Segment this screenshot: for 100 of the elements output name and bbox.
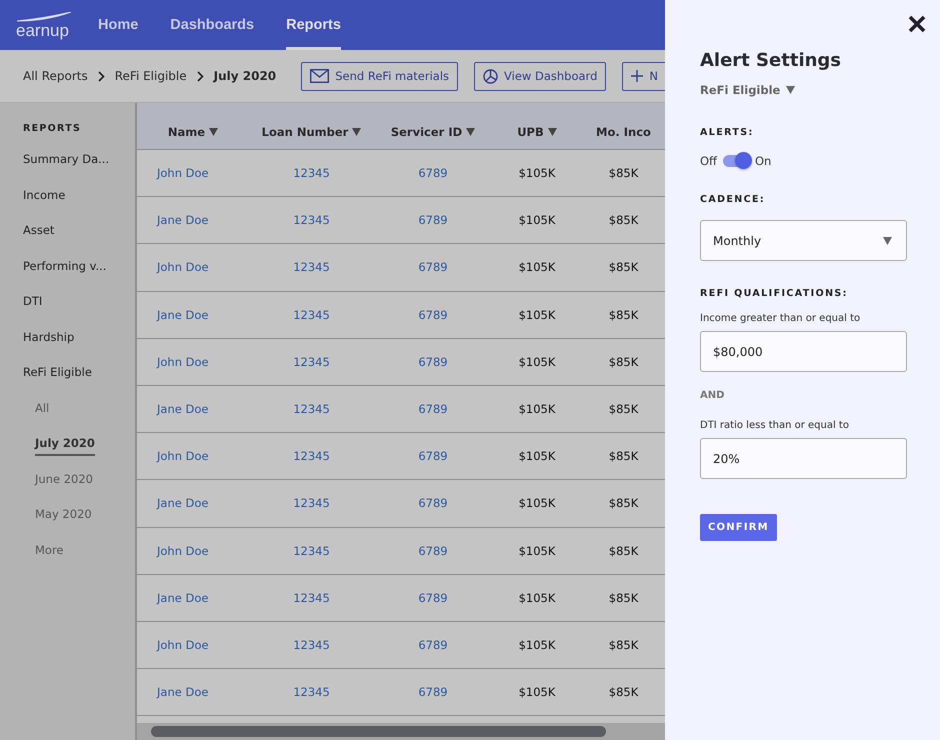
table-cell-text: $105K — [518, 402, 556, 416]
column-header[interactable]: Mo. Inco — [582, 113, 665, 139]
logo-swoosh-icon — [16, 12, 72, 22]
field-label: Income greater than or equal to — [700, 313, 862, 324]
section-label: ALERTS: — [700, 127, 755, 138]
table-cell-text: $85K — [608, 260, 640, 274]
table-link[interactable]: 6789 — [374, 449, 492, 464]
table-cell-text: $85K — [608, 449, 640, 464]
caret-icon — [548, 128, 557, 136]
table-link[interactable]: 12345 — [249, 166, 374, 180]
table-cell-text: $85K — [608, 354, 640, 369]
table-cell-text: $85K — [608, 213, 640, 228]
table-link[interactable]: 12345 — [249, 449, 374, 464]
table-link[interactable]: 12345 — [249, 590, 374, 605]
pie-chart-icon — [483, 68, 498, 84]
table-link[interactable]: Jane Doe — [137, 590, 249, 605]
caret-icon — [786, 86, 796, 94]
section-label: CADENCE: — [700, 194, 766, 205]
table-cell-text: $85K — [608, 496, 640, 510]
close-button[interactable] — [908, 15, 926, 33]
table-link[interactable]: 6789 — [374, 590, 492, 605]
sidebar-subitem[interactable]: June 2020 — [35, 472, 93, 492]
column-header[interactable]: Name — [137, 113, 249, 139]
dti-input-field[interactable]: 20% — [700, 438, 907, 479]
table-link[interactable]: John Doe — [137, 638, 249, 652]
scrollbar-track[interactable] — [137, 723, 665, 740]
table-link[interactable]: Jane Doe — [137, 308, 249, 322]
table-cell-text: $105K — [518, 449, 556, 464]
sidebar-heading: REPORTS — [23, 123, 82, 134]
breadcrumb-link[interactable]: All Reports — [23, 69, 88, 83]
table-link[interactable]: 12345 — [249, 354, 374, 369]
sidebar-item[interactable]: Summary Da... — [23, 152, 135, 188]
sidebar-item[interactable]: ReFi Eligible — [23, 365, 135, 400]
sidebar-subitem[interactable]: May 2020 — [35, 507, 92, 527]
scrollbar-thumb[interactable] — [151, 726, 606, 737]
table-cell-text: $105K — [518, 544, 556, 558]
alerts-toggle[interactable] — [722, 155, 749, 167]
table-link[interactable]: Jane Doe — [137, 213, 249, 228]
column-header[interactable]: UPB — [492, 113, 582, 139]
caret-icon — [883, 236, 892, 244]
caret-icon — [352, 128, 362, 136]
field-label: DTI ratio less than or equal to — [700, 420, 850, 431]
sidebar-item[interactable]: Asset — [23, 223, 135, 258]
confirm-button[interactable]: CONFIRM — [700, 514, 777, 541]
section-label: REFI QUALIFICATIONS: — [700, 288, 849, 299]
table-link[interactable]: 12345 — [249, 685, 374, 700]
chevron-right-icon — [98, 70, 105, 82]
table-link[interactable]: John Doe — [137, 449, 249, 464]
column-header[interactable]: Loan Number — [249, 113, 374, 139]
table-link[interactable]: 12345 — [249, 496, 374, 510]
table-link[interactable]: 6789 — [374, 213, 492, 228]
table-link[interactable]: Jane Doe — [137, 685, 249, 700]
table-link[interactable]: John Doe — [137, 354, 249, 369]
table-link[interactable]: 6789 — [374, 260, 492, 274]
breadcrumb-link[interactable]: ReFi Eligible — [114, 69, 187, 83]
nav-tab[interactable]: Dashboards — [170, 0, 254, 50]
sidebar-subitem[interactable]: All — [35, 400, 50, 420]
nav-tab[interactable]: Home — [98, 0, 138, 50]
table-link[interactable]: 12345 — [249, 213, 374, 228]
table-link[interactable]: 12345 — [249, 308, 374, 322]
sidebar-subitem[interactable]: July 2020 — [35, 436, 95, 456]
nav-tab[interactable]: Reports — [286, 0, 341, 50]
table-link[interactable]: 6789 — [374, 308, 492, 322]
table-link[interactable]: John Doe — [137, 260, 249, 274]
table-link[interactable]: 12345 — [249, 638, 374, 652]
column-header[interactable]: Servicer ID — [374, 113, 492, 139]
table-link[interactable]: Jane Doe — [137, 496, 249, 510]
action-button[interactable]: View Dashboard — [474, 62, 606, 90]
sidebar-item[interactable]: Income — [23, 188, 135, 223]
table-link[interactable]: 12345 — [249, 260, 374, 274]
table-cell-text: $105K — [518, 638, 556, 652]
table-link[interactable]: 12345 — [249, 544, 374, 558]
table-link[interactable]: 6789 — [374, 166, 492, 180]
action-button[interactable]: Send ReFi materials — [301, 62, 458, 90]
table-cell-text: $85K — [608, 308, 640, 322]
table-cell-text: $105K — [518, 685, 556, 700]
chevron-right-icon — [196, 70, 204, 82]
table-link[interactable]: 6789 — [374, 638, 492, 652]
table-link[interactable]: 6789 — [374, 544, 492, 558]
table-cell-text: $105K — [518, 308, 556, 322]
sidebar-subitem[interactable]: More — [35, 542, 64, 562]
sidebar-item[interactable]: Performing v... — [23, 258, 135, 294]
cadence-select[interactable]: Monthly — [700, 220, 907, 261]
table-link[interactable]: 12345 — [249, 402, 374, 416]
table-link[interactable]: John Doe — [137, 166, 249, 180]
report-dropdown[interactable]: ReFi Eligible — [700, 83, 907, 97]
table-cell-text: $105K — [518, 496, 556, 510]
table-cell-text: $85K — [608, 638, 640, 652]
table-link[interactable]: 6789 — [374, 496, 492, 510]
breadcrumb-link[interactable]: July 2020 — [214, 69, 276, 83]
table-link[interactable]: Jane Doe — [137, 402, 249, 416]
income-input-field[interactable]: $80,000 — [700, 331, 907, 372]
table-link[interactable]: 6789 — [374, 354, 492, 369]
table-link[interactable]: John Doe — [137, 544, 249, 558]
table-link[interactable]: 6789 — [374, 402, 492, 416]
sidebar-item[interactable]: DTI — [23, 294, 135, 330]
table-link[interactable]: 6789 — [374, 685, 492, 700]
table-cell-text: $105K — [518, 260, 556, 274]
plus-icon — [631, 70, 644, 82]
sidebar-item[interactable]: Hardship — [23, 330, 135, 365]
